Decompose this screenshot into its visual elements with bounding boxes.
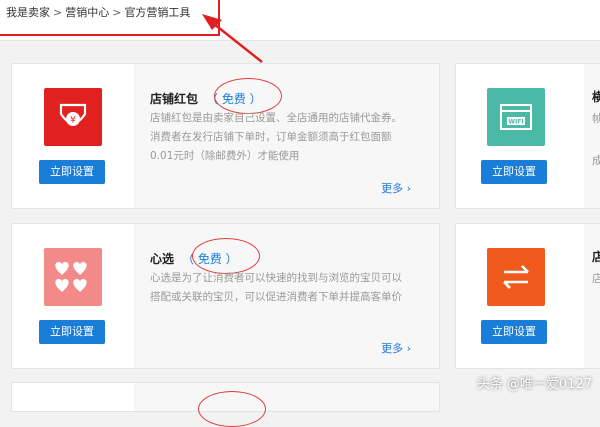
more-link[interactable]: 更多 ›	[381, 340, 411, 356]
card-description-fragment: 帧	[592, 112, 600, 125]
card-description: 店铺红包是由卖家自己设置、全店通用的店铺代金券。消费者在发行店铺下单时，订单金额…	[150, 112, 402, 162]
card-icon-area: ¥ 立即设置	[12, 64, 134, 208]
setup-button[interactable]: 立即设置	[481, 320, 547, 344]
highlight-ellipse	[198, 391, 266, 427]
card-description: 心选是为了让消费者可以快速的找到与浏览的宝贝可以搭配或关联的宝贝，可以促进消费者…	[150, 272, 402, 303]
card-title-text: 心选	[150, 252, 175, 266]
svg-text:¥: ¥	[70, 116, 76, 126]
tool-card-right-1: WIFI 立即设置 横 帧 成	[455, 63, 600, 209]
card-icon-area: 立即设置	[12, 224, 134, 368]
tool-card-partial	[11, 382, 440, 427]
card-description-fragment: 店	[592, 272, 600, 285]
setup-button[interactable]: 立即设置	[39, 160, 105, 184]
setup-button[interactable]: 立即设置	[481, 160, 547, 184]
chevron-right-icon: ›	[406, 182, 411, 195]
card-content: 横 帧 成	[584, 64, 600, 208]
card-title-text: 店铺红包	[150, 92, 199, 106]
wifi-store-icon: WIFI	[487, 88, 545, 146]
more-link-text: 更多	[381, 182, 404, 195]
card-content: 店铺红包（ 免费 ） 店铺红包是由卖家自己设置、全店通用的店铺代金券。消费者在发…	[134, 64, 439, 208]
more-link-text: 更多	[381, 342, 404, 355]
setup-button[interactable]: 立即设置	[39, 320, 105, 344]
hearts-icon	[44, 248, 102, 306]
tool-card-right-2: 立即设置 店 店	[455, 223, 600, 369]
card-title-fragment: 店	[592, 250, 600, 264]
card-description-fragment: 成	[592, 154, 600, 167]
card-content: 心选（ 免费 ） 心选是为了让消费者可以快速的找到与浏览的宝贝可以搭配或关联的宝…	[134, 224, 439, 368]
card-icon-area: 立即设置	[456, 224, 578, 368]
svg-text:WIFI: WIFI	[508, 119, 523, 126]
chevron-right-icon: ›	[406, 342, 411, 355]
red-envelope-icon: ¥	[44, 88, 102, 146]
more-link[interactable]: 更多 ›	[381, 180, 411, 196]
tool-card-red-envelope: ¥ 立即设置 店铺红包（ 免费 ） 店铺红包是由卖家自己设置、全店通用的店铺代金…	[11, 63, 440, 209]
swap-arrows-icon	[487, 248, 545, 306]
watermark: 头条 @唯一爱0127	[476, 377, 592, 392]
card-icon-area: WIFI 立即设置	[456, 64, 578, 208]
tool-card-xinxuan: 立即设置 心选（ 免费 ） 心选是为了让消费者可以快速的找到与浏览的宝贝可以搭配…	[11, 223, 440, 369]
card-title-fragment: 横	[592, 90, 600, 104]
card-content: 店 店	[584, 224, 600, 368]
card-content	[134, 383, 439, 427]
